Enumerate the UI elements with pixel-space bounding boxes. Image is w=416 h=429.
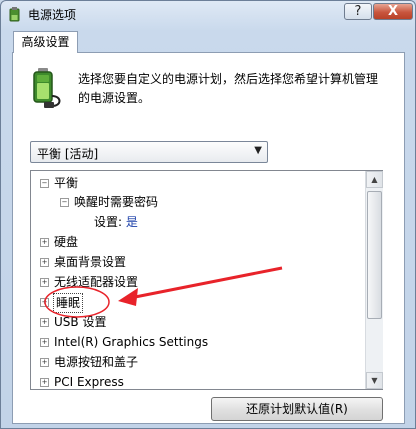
tree-setting-row[interactable]: 设置: 是	[94, 213, 138, 231]
expand-icon[interactable]: +	[40, 338, 49, 347]
tree-label-selected: 睡眠	[53, 293, 84, 313]
tree-label: USB 设置	[54, 315, 107, 329]
collapse-icon[interactable]: −	[60, 198, 69, 207]
expand-icon[interactable]: +	[40, 238, 49, 247]
battery-plug-icon	[33, 68, 61, 108]
power-options-icon	[9, 7, 20, 22]
collapse-icon[interactable]: −	[40, 179, 49, 188]
tree-label-plan: 平衡	[54, 176, 79, 190]
close-button[interactable]: X	[373, 3, 413, 20]
expand-icon[interactable]: +	[40, 378, 49, 387]
chevron-down-icon: ▼	[254, 145, 262, 156]
setting-label: 设置:	[94, 215, 123, 229]
vertical-scrollbar[interactable]: ▲ ▼	[365, 171, 383, 389]
restore-defaults-button[interactable]: 还原计划默认值(R)	[211, 397, 383, 421]
plan-dropdown[interactable]: 平衡 [活动] ▼	[30, 141, 268, 163]
expand-icon[interactable]: +	[40, 278, 49, 287]
tree-label-wake-password: 唤醒时需要密码	[74, 195, 159, 209]
description-text: 选择您要自定义的电源计划，然后选择您希望计算机管理的电源设置。	[78, 72, 379, 105]
settings-tree[interactable]: − 平衡 − 唤醒时需要密码 设置: 是 + 硬盘 + 桌面背景设置 + 无线适…	[30, 170, 383, 390]
tree-label: 硬盘	[54, 235, 79, 249]
tree-label: PCI Express	[54, 375, 124, 389]
tree-label: Intel(R) Graphics Settings	[54, 335, 209, 349]
help-button[interactable]: ?	[344, 3, 372, 20]
scroll-down-icon[interactable]: ▼	[366, 372, 383, 389]
expand-icon[interactable]: +	[40, 318, 49, 327]
setting-value-link[interactable]: 是	[126, 215, 138, 229]
scroll-up-icon[interactable]: ▲	[366, 171, 383, 188]
scrollbar-thumb[interactable]	[367, 191, 382, 319]
tree-label: 无线适配器设置	[54, 275, 139, 289]
plan-dropdown-value: 平衡 [活动]	[37, 147, 99, 161]
tree-label: 电源按钮和盖子	[54, 355, 139, 369]
expand-icon[interactable]: +	[40, 258, 49, 267]
expand-icon[interactable]: +	[40, 298, 49, 307]
title-bar[interactable]: 电源选项 ? X	[1, 1, 415, 27]
tree-label: 桌面背景设置	[54, 255, 127, 269]
expand-icon[interactable]: +	[40, 358, 49, 367]
tab-advanced-settings[interactable]: 高级设置	[13, 31, 78, 53]
window-title: 电源选项	[28, 8, 77, 22]
